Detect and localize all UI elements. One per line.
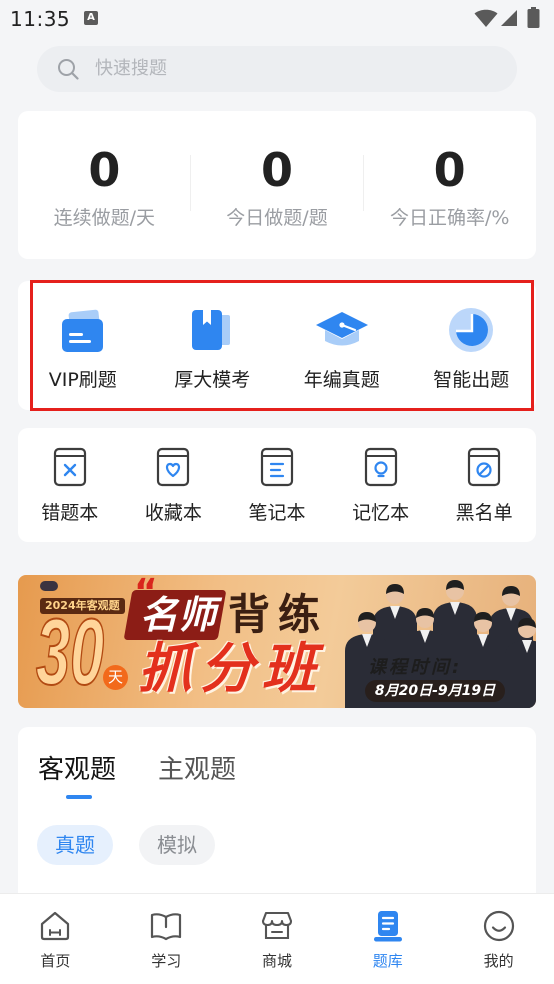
blacklist-icon [468, 447, 501, 487]
banner-schedule-label: 课程时间: [368, 657, 463, 678]
study-book-icon [151, 913, 182, 941]
tool-wrong-questions[interactable]: 错题本 [18, 428, 122, 542]
banner-subtitle: 抓分班 [138, 637, 324, 700]
store-icon [261, 911, 293, 940]
tab-subjective[interactable]: 主观题 [158, 754, 236, 786]
stat-label: 连续做题/天 [53, 207, 156, 229]
nav-label: 题库 [372, 952, 403, 970]
promo-banner[interactable]: 2024年客观题 30 天 “ 名师 背练 抓分班 课程时间: 8月20日-9月… [18, 575, 536, 708]
banner-days-unit: 天 [103, 665, 128, 690]
tool-label: 记忆本 [352, 502, 410, 524]
tab-objective[interactable]: 客观题 [38, 754, 116, 786]
tool-label: 黑名单 [455, 502, 513, 524]
stats-card: 0 连续做题/天 0 今日做题/题 0 今日正确率/% [18, 111, 536, 259]
divider [190, 155, 191, 211]
highlight-annotation-box [30, 280, 534, 411]
stat-label: 今日正确率/% [389, 207, 510, 229]
wifi-icon [474, 9, 498, 27]
nav-study[interactable]: 学习 [111, 894, 222, 984]
status-time: 11:35 [10, 7, 71, 31]
nav-label: 商城 [261, 952, 292, 970]
tools-card: 错题本 收藏本 笔记本 记忆本 黑名单 [18, 428, 536, 542]
notes-icon [260, 447, 294, 487]
brand-logo [40, 581, 58, 591]
banner-schedule-dates: 8月20日-9月19日 [365, 680, 505, 702]
stat-label: 今日做题/题 [226, 207, 328, 229]
banner-days-number: 30 [35, 600, 105, 705]
battery-icon [527, 7, 540, 28]
tool-blacklist[interactable]: 黑名单 [432, 428, 536, 542]
tool-memory[interactable]: 记忆本 [329, 428, 433, 542]
stat-streak-days: 0 连续做题/天 [18, 111, 191, 259]
nav-label: 首页 [40, 952, 71, 970]
nav-label: 学习 [151, 952, 182, 970]
nav-home[interactable]: 首页 [0, 894, 111, 984]
chip-mock[interactable]: 模拟 [139, 825, 215, 865]
tool-favorites[interactable]: 收藏本 [122, 428, 226, 542]
tool-label: 收藏本 [144, 502, 202, 524]
nav-label: 我的 [483, 952, 514, 970]
home-icon [41, 911, 70, 941]
stat-today-accuracy: 0 今日正确率/% [363, 111, 536, 259]
profile-smile-icon [483, 910, 514, 942]
wrong-questions-icon [53, 447, 86, 487]
banner-title-highlight: 名师 [140, 593, 217, 637]
question-bank-icon [373, 911, 402, 942]
bottom-nav: 首页 学习 商城 题库 我的 [0, 893, 554, 984]
nav-question-bank[interactable]: 题库 [332, 894, 443, 984]
stat-value: 0 [261, 143, 294, 197]
tool-label: 错题本 [41, 502, 99, 524]
search-placeholder: 快速搜题 [95, 58, 167, 79]
nav-store[interactable]: 商城 [222, 894, 333, 984]
chip-real-exams[interactable]: 真题 [37, 825, 113, 865]
memory-bulb-icon [364, 447, 397, 487]
stat-value: 0 [88, 143, 121, 197]
divider [363, 155, 364, 211]
nav-profile[interactable]: 我的 [443, 894, 554, 984]
banner-title-rest: 背练 [228, 590, 329, 639]
favorites-heart-icon [157, 447, 190, 487]
notification-icon: A [84, 11, 98, 25]
cell-signal-icon [501, 10, 517, 26]
stat-value: 0 [433, 143, 466, 197]
stat-today-count: 0 今日做题/题 [191, 111, 364, 259]
tool-notes[interactable]: 笔记本 [225, 428, 329, 542]
tool-label: 笔记本 [248, 502, 306, 524]
search-bar[interactable]: 快速搜题 [37, 46, 517, 92]
search-icon [58, 59, 79, 80]
active-tab-indicator [66, 795, 92, 799]
